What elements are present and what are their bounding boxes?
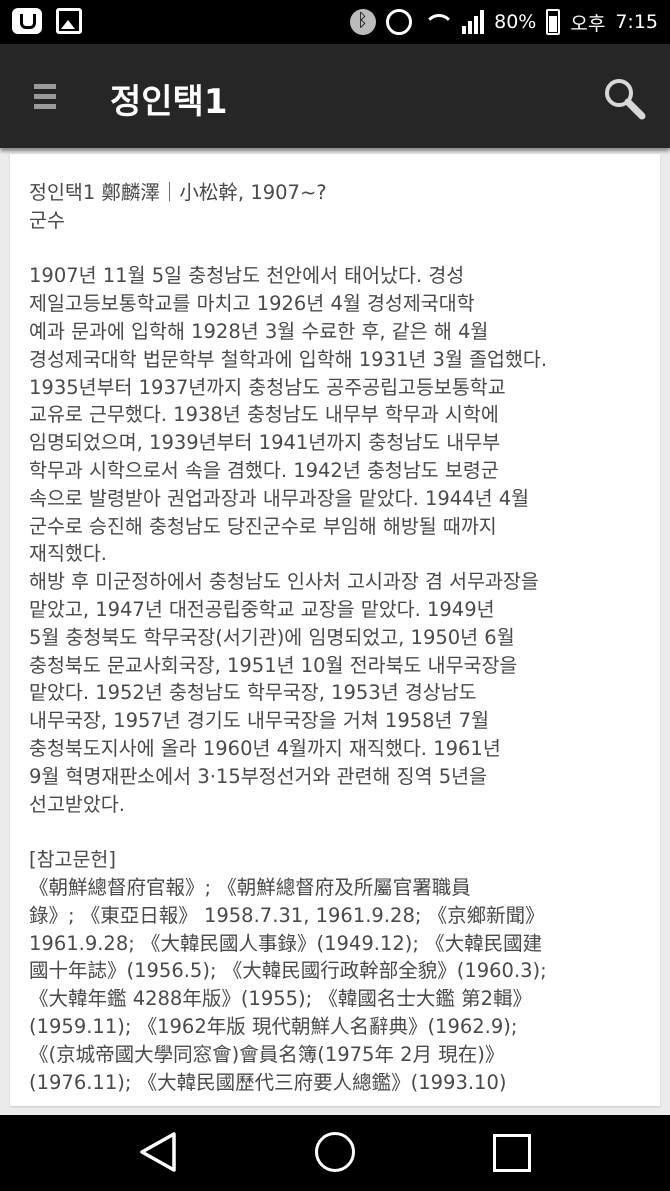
reference-line: 《(京城帝國大學同窓會)會員名簿(1975年 2月 現在)》 xyxy=(29,1042,505,1066)
body-line: 경성제국대학 법문학부 철학과에 입학해 1931년 3월 졸업했다. xyxy=(29,347,548,371)
signal-icon xyxy=(462,10,485,34)
body-line: 재직했다. xyxy=(29,542,107,566)
body-line: 학무과 시학으로서 속을 겸했다. 1942년 충청남도 보령군 xyxy=(29,458,499,482)
body-line: 제일고등보통학교를 마치고 1926년 4월 경성제국대학 xyxy=(29,292,475,316)
body-line: 교유로 근무했다. 1938년 충청남도 내무부 학무과 시학에 xyxy=(29,403,499,427)
hamburger-menu-icon[interactable] xyxy=(34,82,58,110)
body-line: 선고받았다. xyxy=(29,792,125,816)
references-list: 《朝鮮總督府官報》; 《朝鮮總督府及所屬官署職員 錄》; 《東亞日報》 1958… xyxy=(29,874,651,1096)
references-heading: [참고문헌] xyxy=(29,848,116,872)
battery-icon xyxy=(546,9,561,35)
alarm-icon xyxy=(386,9,413,35)
body-line: 충청북도지사에 올라 1960년 4월까지 재직했다. 1961년 xyxy=(29,736,501,760)
time-ampm: 오후 xyxy=(570,12,606,35)
status-bar: 80% 오후 7:15 xyxy=(0,0,670,44)
body-line: 맡았고, 1947년 대전공립중학교 교장을 맡았다. 1949년 xyxy=(29,597,495,621)
reference-line: 《大韓年鑑 4288年版》(1955); 《韓國名士大鑑 第2輯》 xyxy=(29,987,533,1011)
reference-line: 1961.9.28; 《大韓民國人事錄》(1949.12); 《大韓民國建 xyxy=(29,931,543,955)
page-title: 정인택1 xyxy=(110,82,228,122)
reference-line: (1976.11); 《大韓民國歷代三府要人總鑑》(1993.10) xyxy=(29,1070,507,1094)
article-header: 정인택1 鄭麟澤｜小松幹, 1907~? 군수 xyxy=(29,179,651,235)
body-line: 임명되었으며, 1939년부터 1941년까지 충청남도 내무부 xyxy=(29,431,501,455)
search-icon[interactable] xyxy=(602,76,646,120)
body-line: 맡았다. 1952년 충청남도 학무국장, 1953년 경상남도 xyxy=(29,681,477,705)
reference-line: 《朝鮮總督府官報》; 《朝鮮總督府及所屬官署職員 xyxy=(29,875,471,899)
body-line: 예과 문과에 입학해 1928년 3월 수료한 후, 같은 해 4월 xyxy=(29,319,489,343)
body-line: 5월 충청북도 학무국장(서기관)에 임명되었고, 1950년 6월 xyxy=(29,625,515,649)
reference-line: (1959.11); 《1962年版 現代朝鮮人名辭典》(1962.9); xyxy=(29,1014,518,1038)
reference-line: 錄》; 《東亞日報》 1958.7.31, 1961.9.28; 《京鄉新聞》 xyxy=(29,903,545,927)
app-notification-icon xyxy=(12,8,42,34)
article-subtitle-line: 군수 xyxy=(29,208,65,232)
body-line: 해방 후 미군정하에서 충청남도 인사처 고시과장 겸 서무과장을 xyxy=(29,570,539,594)
body-line: 1907년 11월 5일 충청남도 천안에서 태어났다. 경성 xyxy=(29,264,465,288)
article-card: 정인택1 鄭麟澤｜小松幹, 1907~? 군수 1907년 11월 5일 충청남… xyxy=(10,154,660,1106)
article-text: 정인택1 鄭麟澤｜小松幹, 1907~? 군수 1907년 11월 5일 충청남… xyxy=(29,179,651,1096)
app-bar: 정인택1 xyxy=(0,44,670,148)
body-line: 9월 혁명재판소에서 3·15부정선거와 관련해 징역 5년을 xyxy=(29,764,488,788)
back-icon[interactable] xyxy=(138,1131,180,1173)
battery-percent: 80% xyxy=(494,11,537,33)
recents-icon[interactable] xyxy=(493,1134,531,1172)
body-line: 충청북도 문교사회국장, 1951년 10월 전라북도 내무국장을 xyxy=(29,653,518,677)
body-line: 1935년부터 1937년까지 충청남도 공주공립고등보통학교 xyxy=(29,375,506,399)
wifi-icon xyxy=(422,10,452,34)
body-line: 군수로 승진해 충청남도 당진군수로 부임해 해방될 때까지 xyxy=(29,514,497,538)
body-line: 내무국장, 1957년 경기도 내무국장을 거쳐 1958년 7월 xyxy=(29,709,490,733)
body-line: 속으로 발령받아 권업과장과 내무과장을 맡았다. 1944년 4월 xyxy=(29,486,530,510)
system-status: 80% 오후 7:15 xyxy=(350,6,658,38)
navigation-bar xyxy=(0,1115,670,1191)
reference-line: 國十年誌》(1956.5); 《大韓民國行政幹部全貌》(1960.3); xyxy=(29,959,547,983)
image-notification-icon xyxy=(56,8,82,34)
bluetooth-icon xyxy=(350,9,377,35)
home-icon[interactable] xyxy=(315,1132,355,1172)
article-title-line: 정인택1 鄭麟澤｜小松幹, 1907~? xyxy=(29,181,327,204)
article-body: 1907년 11월 5일 충청남도 천안에서 태어났다. 경성 제일고등보통학교… xyxy=(29,262,651,818)
clock: 7:15 xyxy=(615,11,658,33)
notification-icons xyxy=(12,8,82,34)
